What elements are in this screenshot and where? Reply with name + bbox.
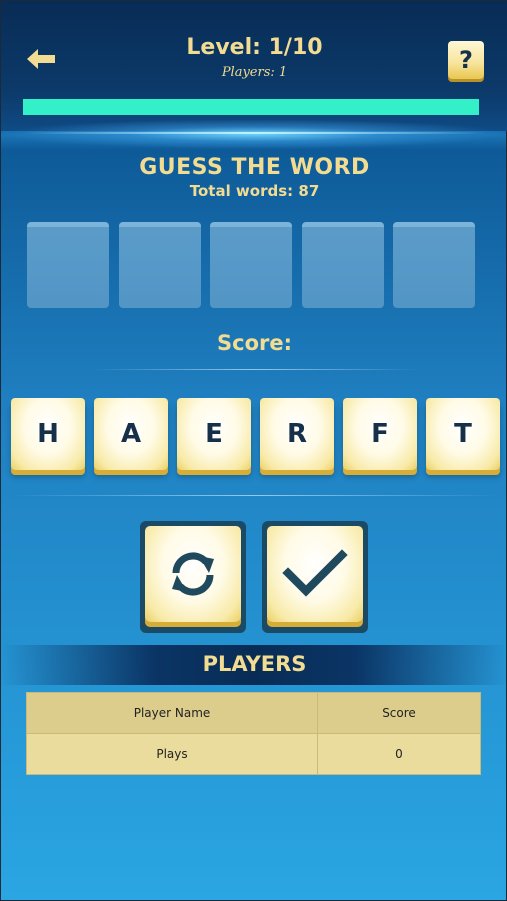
players-title: PLAYERS bbox=[202, 652, 307, 676]
letter-tile[interactable]: E bbox=[177, 398, 251, 470]
answer-slot[interactable] bbox=[393, 222, 475, 308]
header-divider bbox=[21, 132, 488, 134]
letter-tile[interactable]: R bbox=[260, 398, 334, 470]
game-title: GUESS THE WORD bbox=[139, 155, 370, 180]
table-header-row: Player Name Score bbox=[26, 692, 481, 734]
players-table: Player Name Score Plays 0 bbox=[26, 692, 481, 775]
players-count: Players: 1 bbox=[221, 65, 288, 80]
player-name-cell: Plays bbox=[26, 733, 318, 775]
level-progress-bar bbox=[23, 99, 479, 115]
column-header-score: Score bbox=[317, 692, 481, 734]
answer-slot[interactable] bbox=[27, 222, 109, 308]
refresh-icon bbox=[172, 552, 214, 596]
help-icon: ? bbox=[459, 46, 473, 74]
shuffle-button[interactable] bbox=[140, 521, 246, 633]
table-row: Plays 0 bbox=[26, 733, 481, 775]
total-words: Total words: 87 bbox=[189, 182, 320, 200]
help-button[interactable]: ? bbox=[448, 41, 484, 79]
progress-fill bbox=[23, 99, 479, 115]
player-score-cell: 0 bbox=[317, 733, 481, 775]
letter-tile[interactable]: T bbox=[426, 398, 500, 470]
answer-slot[interactable] bbox=[210, 222, 292, 308]
header-glow bbox=[1, 119, 507, 149]
letter-tile[interactable]: F bbox=[343, 398, 417, 470]
level-indicator: Level: 1/10 bbox=[186, 35, 323, 60]
letter-tile[interactable]: A bbox=[94, 398, 168, 470]
answer-slot[interactable] bbox=[301, 222, 384, 308]
answer-slots bbox=[27, 222, 479, 309]
answer-slot[interactable] bbox=[118, 222, 201, 308]
score-divider bbox=[91, 369, 418, 370]
letter-tile[interactable]: H bbox=[11, 398, 85, 470]
score-label: Score: bbox=[217, 331, 292, 355]
check-button[interactable] bbox=[262, 521, 368, 633]
checkmark-icon bbox=[282, 549, 348, 597]
tiles-divider bbox=[11, 495, 498, 496]
column-header-player-name: Player Name bbox=[26, 692, 318, 734]
